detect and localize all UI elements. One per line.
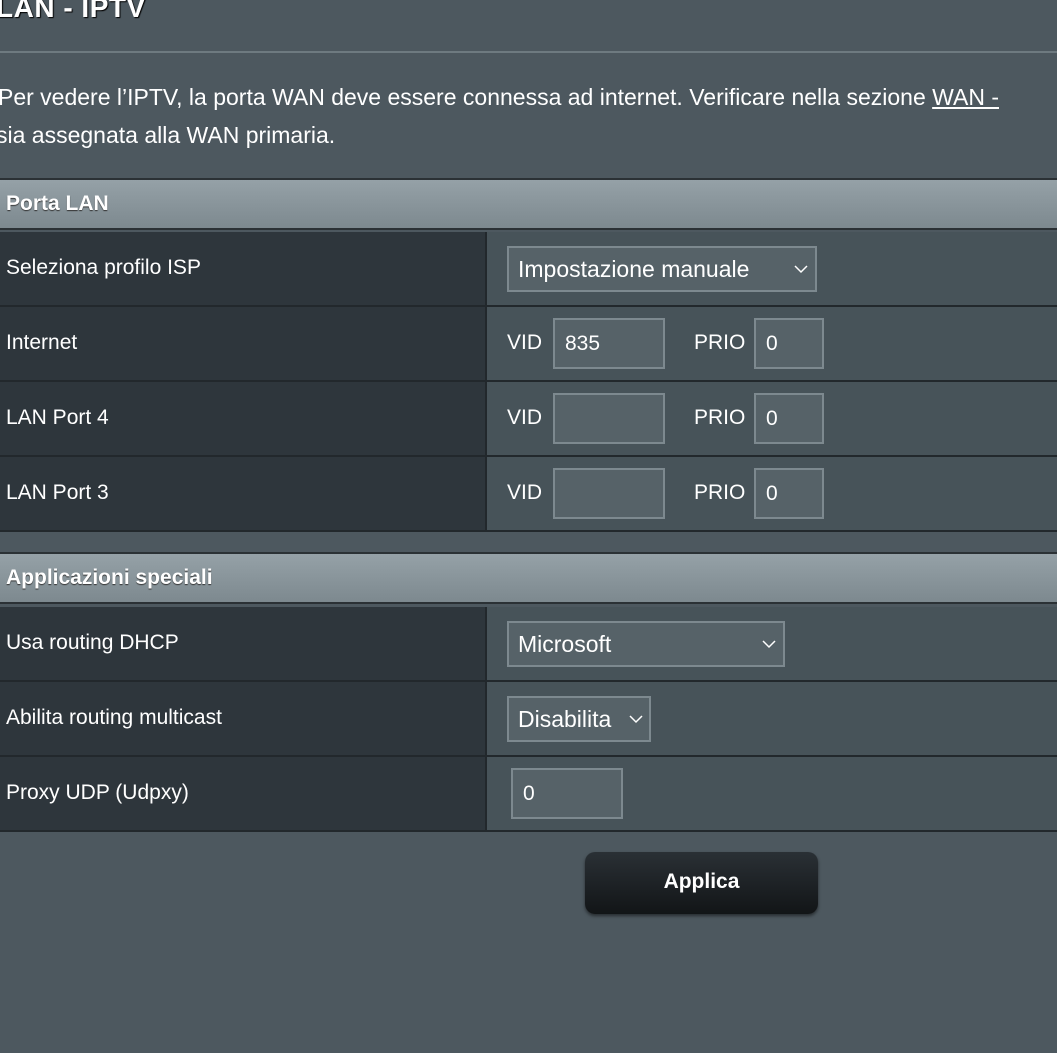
row-internet: Internet VID 835 PRIO 0	[0, 307, 1057, 382]
page-title: LAN - IPTV	[0, 0, 146, 23]
multicast-routing-label: Abilita routing multicast	[6, 706, 222, 729]
lan-port-3-vid-input[interactable]	[553, 468, 665, 519]
row-udp-proxy: Proxy UDP (Udpxy) 0	[0, 757, 1057, 832]
internet-prio-input[interactable]: 0	[754, 318, 824, 369]
dhcp-routing-value: Microsoft	[518, 631, 612, 657]
row-dhcp-routing: Usa routing DHCP Microsoft	[0, 607, 1057, 682]
section-title-porta-lan: Porta LAN	[6, 192, 109, 215]
row-lan-port-4: LAN Port 4 VID PRIO 0	[0, 382, 1057, 457]
udp-proxy-label: Proxy UDP (Udpxy)	[6, 781, 189, 804]
udp-proxy-input[interactable]: 0	[511, 768, 623, 819]
chevron-down-icon	[762, 640, 776, 649]
lan-port-3-prio-input[interactable]: 0	[754, 468, 824, 519]
multicast-routing-value: Disabilita	[518, 706, 612, 732]
iptv-settings-page: LAN - IPTV Per vedere l’IPTV, la porta W…	[0, 0, 1057, 1053]
internet-vid-input[interactable]: 835	[553, 318, 665, 369]
apply-button[interactable]: Applica	[585, 852, 818, 914]
dhcp-routing-select[interactable]: Microsoft	[507, 621, 785, 667]
lan-port-3-prio-value: 0	[766, 482, 778, 505]
chevron-down-icon	[794, 265, 808, 274]
dhcp-routing-label: Usa routing DHCP	[6, 631, 179, 654]
isp-profile-value: Impostazione manuale	[518, 256, 750, 282]
row-lan-port-3: LAN Port 3 VID PRIO 0	[0, 457, 1057, 532]
lan-port-4-vid-label: VID	[507, 406, 543, 429]
notice-line-2: sia assegnata alla WAN primaria.	[0, 122, 336, 148]
row-isp-profile: Seleziona profilo ISP Impostazione manua…	[0, 232, 1057, 307]
section-title-applicazioni-speciali: Applicazioni speciali	[6, 566, 213, 589]
section-header-applicazioni-speciali: Applicazioni speciali	[0, 552, 1057, 604]
apply-button-label: Applica	[663, 870, 740, 893]
chevron-down-icon	[629, 715, 643, 724]
isp-profile-label: Seleziona profilo ISP	[6, 256, 201, 279]
lan-port-3-prio-label: PRIO	[694, 481, 746, 504]
udp-proxy-value: 0	[523, 782, 535, 805]
lan-port-4-prio-input[interactable]: 0	[754, 393, 824, 444]
notice-text-1: Per vedere l’IPTV, la porta WAN deve ess…	[0, 84, 933, 110]
internet-vid-label: VID	[507, 331, 543, 354]
lan-port-3-label: LAN Port 3	[6, 481, 109, 504]
internet-prio-label: PRIO	[694, 331, 746, 354]
lan-port-4-prio-label: PRIO	[694, 406, 746, 429]
section-header-porta-lan: Porta LAN	[0, 178, 1057, 230]
isp-profile-select[interactable]: Impostazione manuale	[507, 246, 817, 292]
notice-line-1: Per vedere l’IPTV, la porta WAN deve ess…	[0, 78, 1057, 116]
lan-port-4-vid-input[interactable]	[553, 393, 665, 444]
row-multicast-routing: Abilita routing multicast Disabilita	[0, 682, 1057, 757]
lan-port-4-prio-value: 0	[766, 407, 778, 430]
internet-label: Internet	[6, 331, 78, 354]
title-divider	[0, 51, 1057, 53]
multicast-routing-select[interactable]: Disabilita	[507, 696, 651, 742]
internet-vid-value: 835	[565, 332, 601, 355]
lan-port-3-vid-label: VID	[507, 481, 543, 504]
wan-section-link[interactable]: WAN -	[932, 84, 999, 110]
lan-port-4-label: LAN Port 4	[6, 406, 109, 429]
iptv-notice: Per vedere l’IPTV, la porta WAN deve ess…	[0, 78, 1057, 154]
internet-prio-value: 0	[766, 332, 778, 355]
